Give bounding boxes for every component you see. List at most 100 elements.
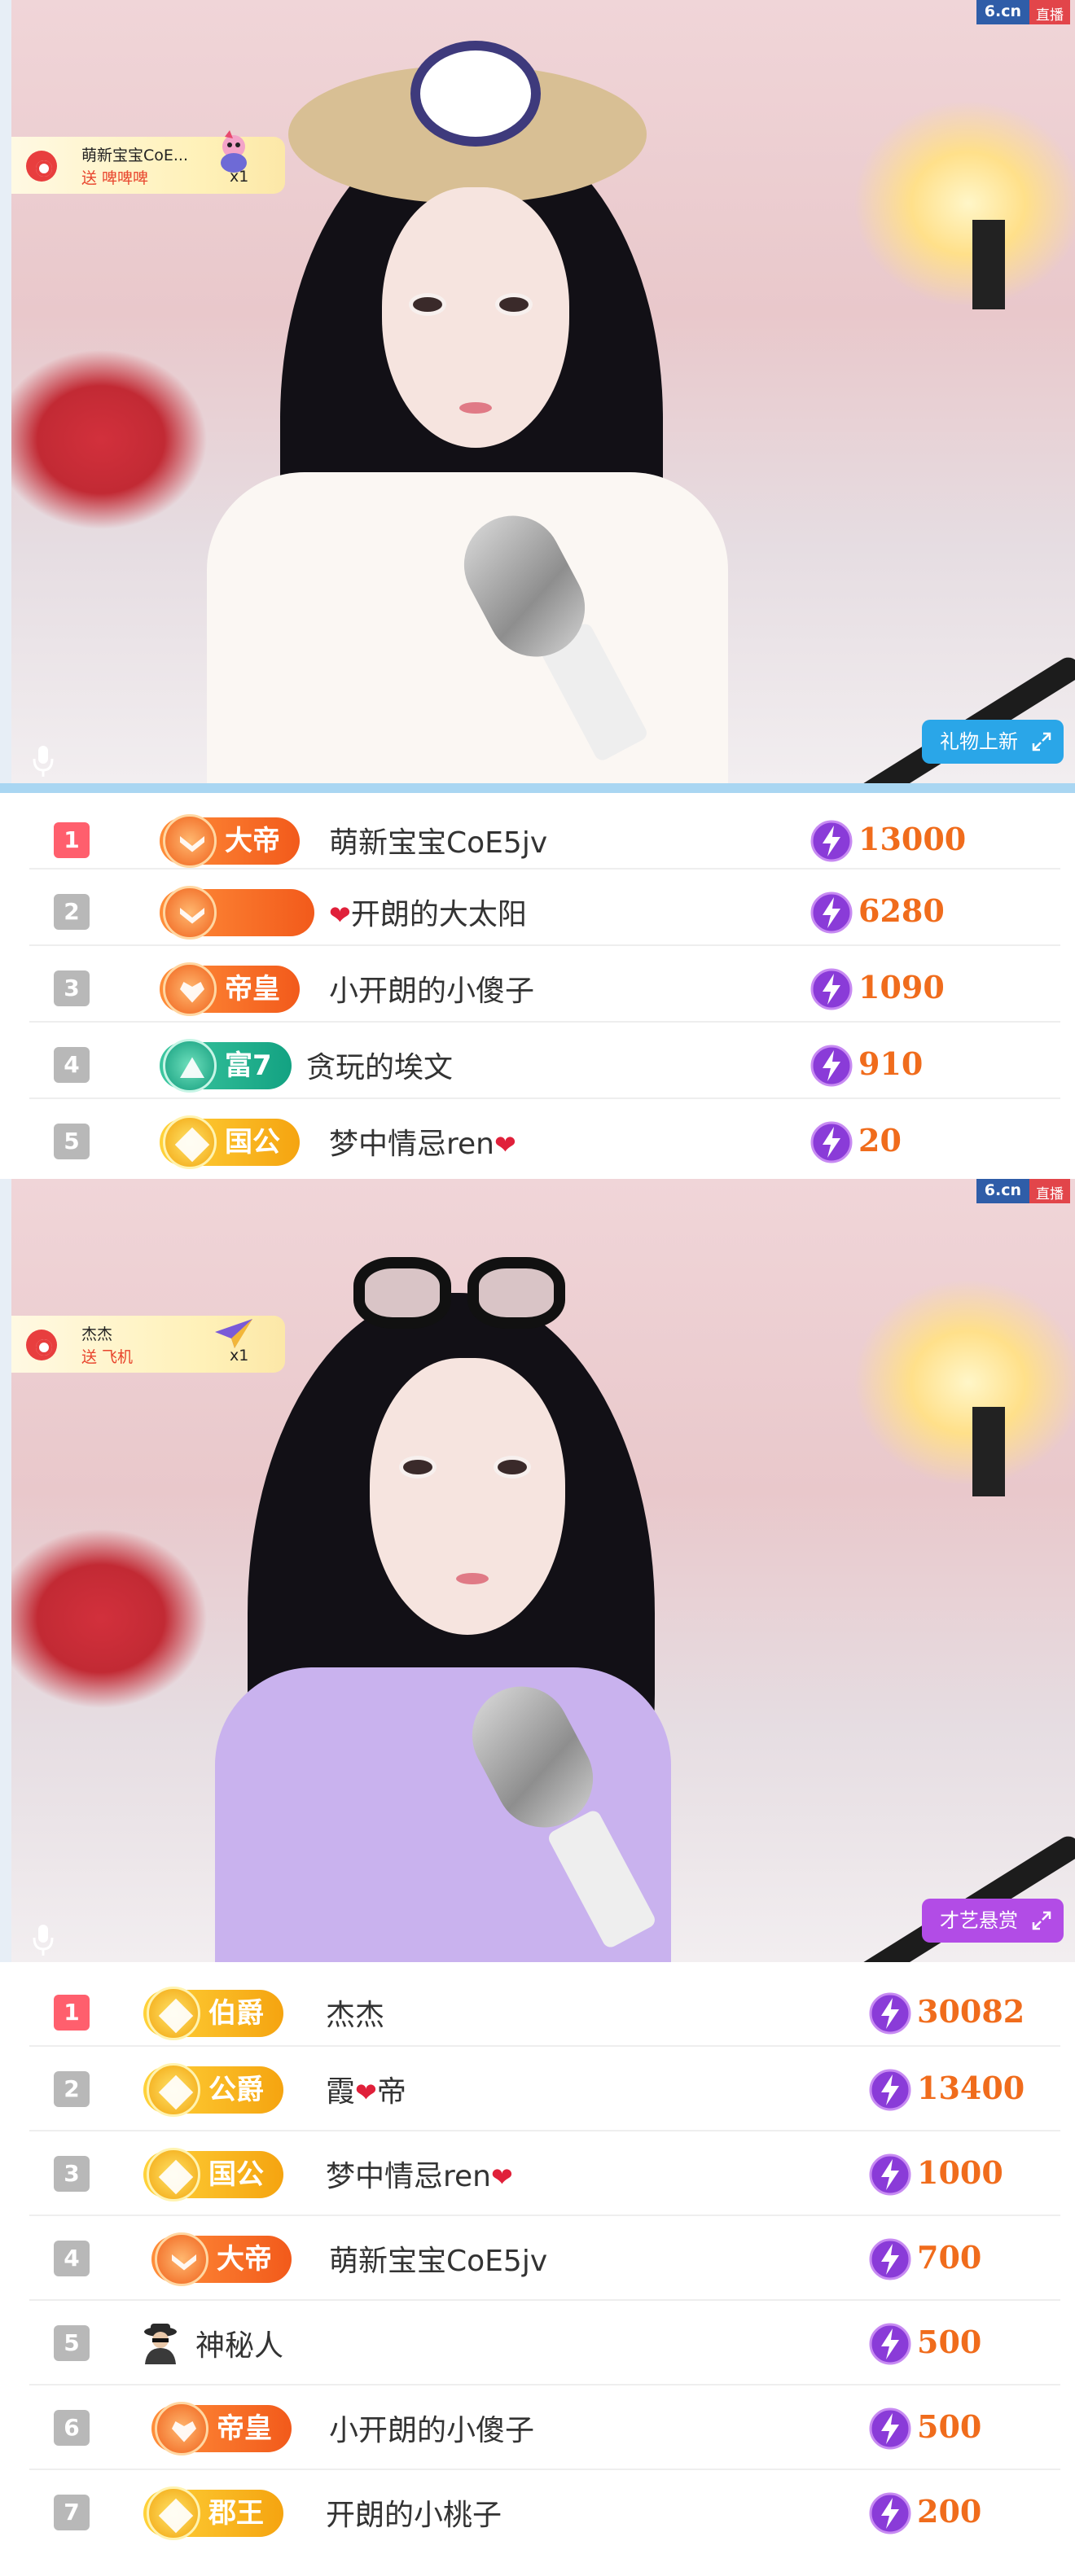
rank-number: 1 [54,822,90,858]
brand-tag: 直播 [1029,0,1070,24]
lightning-icon [869,2407,911,2450]
frame-border [0,1179,11,1962]
sailor-hat [410,41,541,147]
gift-action: 送 啤啤啤 [81,169,149,187]
rank-number: 3 [54,970,90,1006]
score-value: 13000 [858,821,967,857]
leaderboard-row[interactable]: 1 大帝 萌新宝宝CoE5jv 13000 [29,793,1060,870]
microphone-icon[interactable] [31,1923,55,1959]
user-name[interactable]: 小开朗的小傻子 [329,2407,534,2449]
brand-badge: 6.cn 直播 [976,1179,1070,1203]
sunglasses [353,1257,565,1330]
badge-gem-icon [147,2486,200,2540]
user-name[interactable]: 梦中情忌ren❤ [326,2153,513,2195]
title-badge: 帝皇 [151,2402,292,2456]
leaderboard-row[interactable]: 7 郡王 开朗的小桃子 200 [29,2470,1060,2555]
leaderboard-2: 1 伯爵 杰杰 30082 2 公爵 霞❤帝 13400 3 国公 梦中情忌re… [0,1962,1075,2576]
microphone-icon[interactable] [31,744,55,780]
lightning-icon [810,820,853,862]
badge-gem-icon [155,2402,208,2456]
title-label: 大帝 [225,825,280,857]
user-name[interactable]: 贪玩的埃文 [306,1044,453,1086]
score-value: 1090 [858,969,945,1005]
lamp [972,1407,1005,1496]
user-name[interactable]: ❤开朗的大太阳 [329,891,527,933]
badge-gem-icon [155,2232,208,2286]
leaderboard-row[interactable]: 3 帝皇 小开朗的小傻子 1090 [29,946,1060,1023]
talent-reward-button[interactable]: 才艺悬赏 [922,1899,1064,1943]
user-name[interactable]: 萌新宝宝CoE5jv [329,2237,547,2280]
rank-number: 5 [54,2325,90,2361]
streamer-body [207,472,728,783]
title-label: 国公 [225,1126,280,1159]
leaderboard-row[interactable]: 5 国公 梦中情忌ren❤ 20 [29,1099,1060,1176]
lightning-icon [810,892,853,934]
heart-icon: ❤ [490,2162,513,2193]
badge-gem-icon [163,1115,217,1169]
mystery-user-icon [144,2324,177,2364]
title-label: 大帝 [217,2243,272,2276]
user-avatar-icon [26,1330,57,1360]
badge-gem-icon [163,1039,217,1093]
leaderboard-1: 1 大帝 萌新宝宝CoE5jv 13000 2 ❤开朗的大太阳 6280 3 帝… [0,793,1075,1177]
leaderboard-row[interactable]: 3 国公 梦中情忌ren❤ 1000 [29,2131,1060,2216]
leaderboard-row[interactable]: 1 伯爵 杰杰 30082 [29,1962,1060,2047]
user-name[interactable]: 杰杰 [326,1991,384,2034]
score-value: 500 [917,2408,982,2445]
stream-view-2[interactable]: 6.cn 直播 杰杰 送 飞机 x1 才艺悬赏 [0,1179,1075,1962]
title-badge: 富7 [160,1039,292,1093]
expand-icon[interactable] [1031,731,1052,752]
lightning-icon [869,2323,911,2365]
score-value: 30082 [917,1993,1025,2030]
leaderboard-row[interactable]: 4 大帝 萌新宝宝CoE5jv 700 [29,2216,1060,2301]
rank-number: 2 [54,894,90,930]
leaderboard-row[interactable]: 2 公爵 霞❤帝 13400 [29,2047,1060,2131]
user-name[interactable]: 霞❤帝 [326,2068,406,2110]
title-label: 帝皇 [217,2412,272,2445]
user-name-part-b: 帝 [376,2075,406,2109]
title-label: 伯爵 [208,1997,264,2030]
user-name[interactable]: 神秘人 [195,2322,283,2364]
talent-reward-label: 才艺悬赏 [940,1909,1018,1932]
user-avatar-icon [26,151,57,182]
title-label: 帝皇 [225,973,280,1005]
heart-icon: ❤ [329,900,351,931]
lips [456,1573,489,1584]
mic-boom-arm [774,653,1075,783]
user-name[interactable]: 萌新宝宝CoE5jv [329,819,547,861]
badge-gem-icon [163,962,217,1016]
badge-gem-icon [163,886,217,940]
gift-count: x1 [230,168,249,186]
leaderboard-row[interactable]: 5 神秘人 500 [29,2301,1060,2385]
leaderboard-row[interactable]: 6 帝皇 小开朗的小傻子 500 [29,2385,1060,2470]
lightning-icon [810,1121,853,1163]
streamer-face [370,1358,565,1635]
rank-number: 1 [54,1995,90,2031]
new-gift-button[interactable]: 礼物上新 [922,720,1064,764]
brand-badge: 6.cn 直播 [976,0,1070,24]
user-name[interactable]: 开朗的小桃子 [326,2491,502,2534]
leaderboard-row[interactable]: 2 ❤开朗的大太阳 6280 [29,870,1060,946]
rank-number: 3 [54,2156,90,2192]
score-value: 20 [858,1122,902,1159]
right-eye [495,293,533,316]
video-frame [11,0,1075,783]
user-name-part-a: 霞 [326,2075,356,2109]
rank-number: 7 [54,2495,90,2530]
leaderboard-row[interactable]: 4 富7 贪玩的埃文 910 [29,1023,1060,1099]
score-value: 910 [858,1045,924,1082]
title-badge [160,886,314,940]
title-badge: 大帝 [151,2232,292,2286]
lightning-icon [869,2069,911,2111]
title-label: 国公 [208,2158,264,2191]
lightning-icon [810,1045,853,1087]
title-badge: 国公 [143,2148,283,2201]
stream-view-1[interactable]: 6.cn 直播 萌新宝宝CoE... 送 啤啤啤 x1 礼物上新 [0,0,1075,783]
user-name[interactable]: 梦中情忌ren❤ [329,1120,516,1163]
user-name[interactable]: 小开朗的小傻子 [329,967,534,1010]
title-badge: 国公 [160,1115,300,1169]
rank-number: 4 [54,1047,90,1083]
brand-domain: 6.cn [976,0,1029,24]
expand-icon[interactable] [1031,1910,1052,1931]
badge-gem-icon [163,814,217,868]
